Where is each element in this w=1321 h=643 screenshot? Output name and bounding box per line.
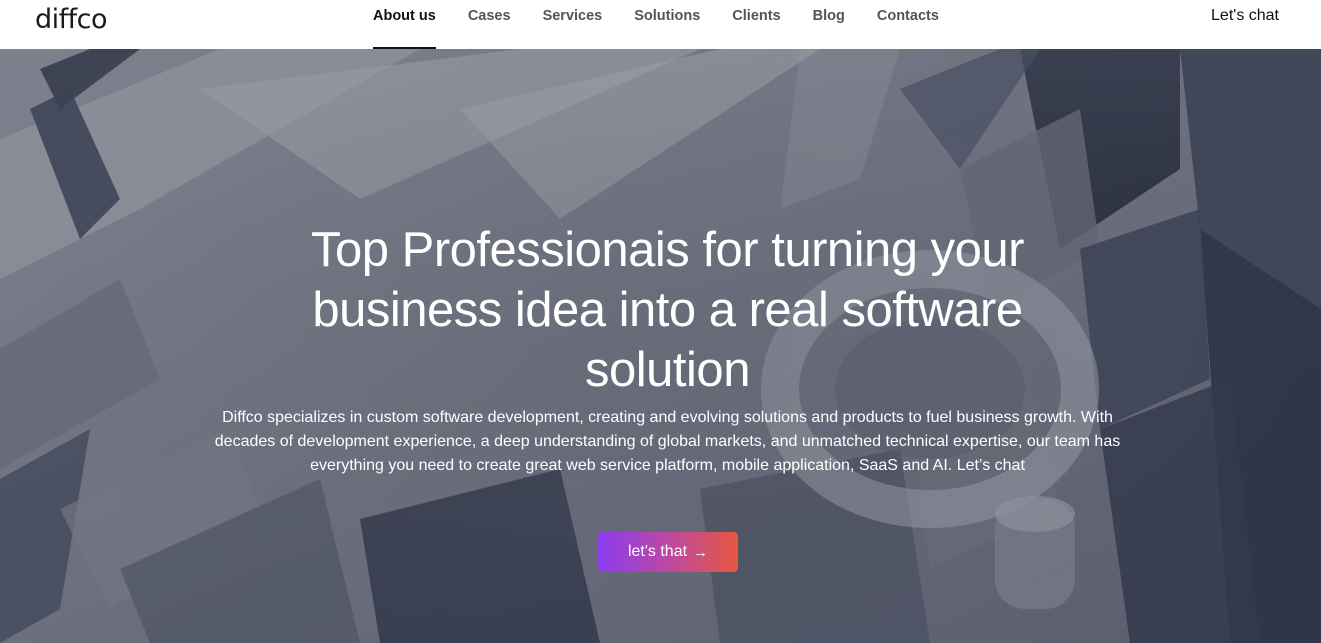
nav-item-blog[interactable]: Blog — [813, 0, 845, 49]
main-nav: About us Cases Services Solutions Client… — [373, 0, 971, 49]
site-header: diffco About us Cases Services Solutions… — [0, 0, 1321, 49]
hero-description: Diffco specializes in custom software de… — [214, 409, 1121, 474]
nav-item-contacts[interactable]: Contacts — [877, 0, 939, 49]
nav-item-cases[interactable]: Cases — [468, 0, 511, 49]
nav-item-about-us[interactable]: About us — [373, 0, 436, 49]
lets-chat-link[interactable]: Let's chat — [1211, 7, 1279, 25]
arrow-right-icon: → — [693, 543, 709, 561]
lets-that-button[interactable]: let's that → — [598, 532, 738, 572]
nav-item-services[interactable]: Services — [543, 0, 603, 49]
hero-section: Top Professionais for turning your busin… — [0, 49, 1321, 643]
logo[interactable]: diffco — [35, 4, 108, 35]
nav-item-solutions[interactable]: Solutions — [634, 0, 700, 49]
hero-title: Top Professionais for turning your busin… — [311, 223, 1024, 397]
nav-item-clients[interactable]: Clients — [732, 0, 780, 49]
cta-label: let's that — [627, 543, 688, 560]
